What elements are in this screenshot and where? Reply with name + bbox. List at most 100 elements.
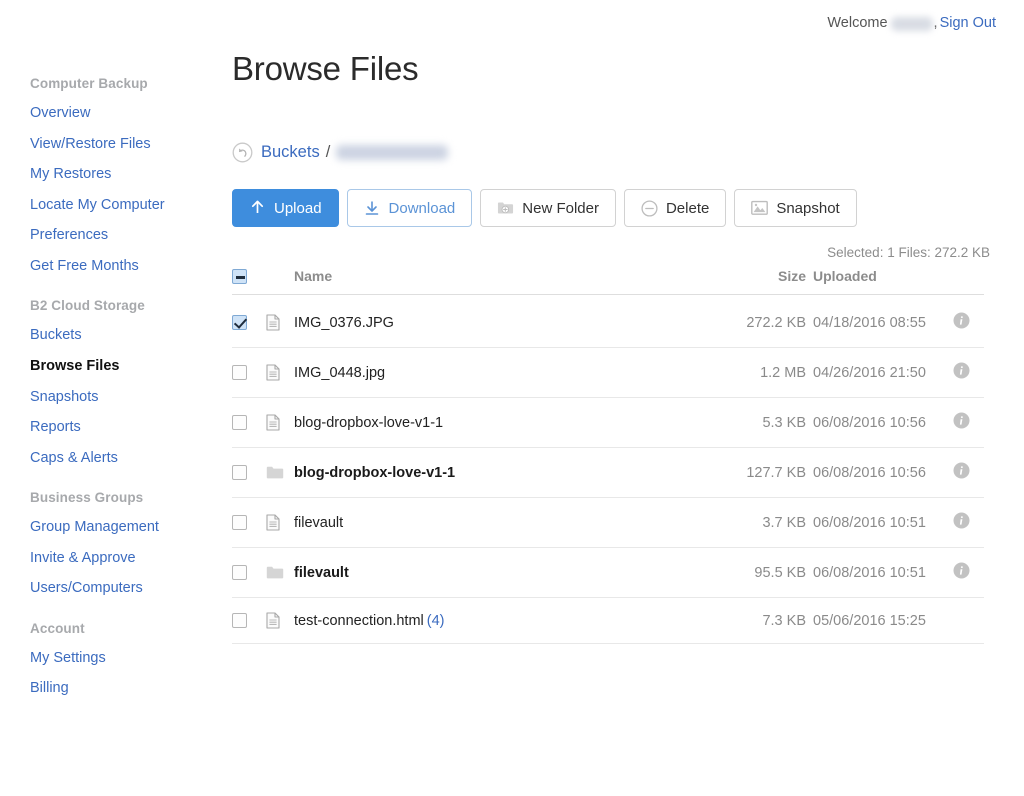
sidebar-group-heading: Account <box>30 621 200 636</box>
table-row[interactable]: filevault95.5 KB06/08/2016 10:51 <box>232 548 984 598</box>
sidebar-group: B2 Cloud Storage Buckets Browse Files Snaps… <box>30 298 200 468</box>
button-label: Upload <box>274 200 322 217</box>
browse-files-page: Welcome , Sign Out Computer BackupOvervi… <box>0 0 1024 796</box>
new-folder-button[interactable]: New Folder <box>480 189 616 227</box>
sidebar-item-get-free-months[interactable]: Get Free Months <box>30 257 200 277</box>
sidebar-item-group-management[interactable]: Group Management <box>30 518 200 538</box>
file-info-cell <box>938 598 984 644</box>
folder-plus-icon <box>497 200 514 217</box>
delete-button[interactable]: Delete <box>624 189 726 227</box>
breadcrumb: Buckets / <box>232 140 992 164</box>
breadcrumb-bucket-name-redacted <box>336 145 448 160</box>
info-icon[interactable] <box>953 562 970 579</box>
table-row[interactable]: IMG_0376.JPG272.2 KB04/18/2016 08:55 <box>232 295 984 348</box>
sidebar-group: Business GroupsGroup ManagementInvite & … <box>30 490 200 599</box>
file-size: 272.2 KB <box>714 295 806 348</box>
breadcrumb-separator: / <box>326 143 331 162</box>
file-uploaded-date: 04/26/2016 21:50 <box>806 348 938 398</box>
row-checkbox[interactable] <box>232 515 247 530</box>
username-redacted <box>891 17 933 31</box>
info-icon[interactable] <box>953 462 970 479</box>
file-table: Name Size Uploaded IMG_0376.JPG272.2 KB0… <box>232 268 984 644</box>
button-label: Download <box>389 200 456 217</box>
sidebar-item-locate-my-computer[interactable]: Locate My Computer <box>30 196 200 216</box>
row-checkbox[interactable] <box>232 315 247 330</box>
file-size: 127.7 KB <box>714 448 806 498</box>
sidebar-item-overview[interactable]: Overview <box>30 104 200 124</box>
folder-name: blog-dropbox-love-v1-1 <box>294 465 455 481</box>
file-name-cell[interactable]: test-connection.html(4) <box>294 598 714 644</box>
sidebar-group-heading: B2 Cloud Storage <box>30 298 200 313</box>
file-size: 1.2 MB <box>714 348 806 398</box>
sign-out-link[interactable]: Sign Out <box>940 15 996 31</box>
row-select-cell <box>232 448 266 498</box>
row-select-cell <box>232 295 266 348</box>
sidebar-item-view-restore-files[interactable]: View/Restore Files <box>30 135 200 155</box>
sidebar-item-my-restores[interactable]: My Restores <box>30 165 200 185</box>
uploaded-header[interactable]: Uploaded <box>806 268 938 295</box>
info-icon[interactable] <box>953 362 970 379</box>
table-row[interactable]: IMG_0448.jpg1.2 MB04/26/2016 21:50 <box>232 348 984 398</box>
row-checkbox[interactable] <box>232 415 247 430</box>
file-uploaded-date: 06/08/2016 10:56 <box>806 398 938 448</box>
file-uploaded-date: 06/08/2016 10:56 <box>806 448 938 498</box>
welcome-comma: , <box>934 15 938 31</box>
file-name-cell[interactable]: IMG_0376.JPG <box>294 295 714 348</box>
upload-button[interactable]: Upload <box>232 189 339 227</box>
info-icon[interactable] <box>953 512 970 529</box>
file-name-cell[interactable]: blog-dropbox-love-v1-1 <box>294 398 714 448</box>
sidebar-item-buckets[interactable]: Buckets <box>30 326 200 346</box>
info-icon[interactable] <box>953 412 970 429</box>
file-name: blog-dropbox-love-v1-1 <box>294 415 443 431</box>
file-icon <box>266 398 294 448</box>
download-button[interactable]: Download <box>347 189 473 227</box>
select-all-checkbox[interactable] <box>232 269 247 284</box>
file-table-body: IMG_0376.JPG272.2 KB04/18/2016 08:55IMG_… <box>232 295 984 644</box>
file-name: test-connection.html <box>294 613 424 629</box>
table-row[interactable]: blog-dropbox-love-v1-1 127.7 KB06/08/2016… <box>232 448 984 498</box>
file-name: filevault <box>294 515 343 531</box>
top-bar: Welcome , Sign Out <box>0 0 1024 46</box>
file-name-cell[interactable]: blog-dropbox-love-v1-1 <box>294 448 714 498</box>
file-version-count-link[interactable]: (4) <box>427 613 445 629</box>
table-row[interactable]: test-connection.html(4)7.3 KB05/06/2016 … <box>232 598 984 644</box>
sidebar-group: Account My Settings Billing <box>30 621 200 699</box>
info-icon[interactable] <box>953 312 970 329</box>
row-select-cell <box>232 498 266 548</box>
sidebar: Computer BackupOverviewView/Restore File… <box>0 76 200 710</box>
page-title: Browse Files <box>232 50 992 88</box>
file-info-cell <box>938 398 984 448</box>
back-arrow-circle-icon[interactable] <box>232 142 253 163</box>
row-checkbox[interactable] <box>232 613 247 628</box>
file-uploaded-date: 05/06/2016 15:25 <box>806 598 938 644</box>
file-size: 3.7 KB <box>714 498 806 548</box>
sidebar-item-reports[interactable]: Reports <box>30 418 200 438</box>
sidebar-item-billing[interactable]: Billing <box>30 679 200 699</box>
file-name-cell[interactable]: filevault <box>294 548 714 598</box>
table-row[interactable]: blog-dropbox-love-v1-1 5.3 KB06/08/2016 1… <box>232 398 984 448</box>
icon-header <box>266 268 294 295</box>
row-checkbox[interactable] <box>232 465 247 480</box>
folder-icon <box>266 548 294 598</box>
file-size: 95.5 KB <box>714 548 806 598</box>
file-uploaded-date: 06/08/2016 10:51 <box>806 498 938 548</box>
button-label: Delete <box>666 200 709 217</box>
sidebar-item-my-settings[interactable]: My Settings <box>30 649 200 669</box>
row-checkbox[interactable] <box>232 365 247 380</box>
sidebar-item-users-computers[interactable]: Users/Computers <box>30 579 200 599</box>
file-size: 5.3 KB <box>714 398 806 448</box>
file-name-cell[interactable]: filevault <box>294 498 714 548</box>
sidebar-item-invite-approve[interactable]: Invite & Approve <box>30 549 200 569</box>
row-select-cell <box>232 548 266 598</box>
table-row[interactable]: filevault 3.7 KB06/08/2016 10:51 <box>232 498 984 548</box>
sidebar-item-preferences[interactable]: Preferences <box>30 226 200 246</box>
name-header[interactable]: Name <box>294 268 714 295</box>
file-name-cell[interactable]: IMG_0448.jpg <box>294 348 714 398</box>
size-header[interactable]: Size <box>714 268 806 295</box>
sidebar-item-snapshots[interactable]: Snapshots <box>30 388 200 408</box>
sidebar-item-caps-alerts[interactable]: Caps & Alerts <box>30 449 200 469</box>
snapshot-button[interactable]: Snapshot <box>734 189 856 227</box>
row-checkbox[interactable] <box>232 565 247 580</box>
breadcrumb-buckets-link[interactable]: Buckets <box>261 143 320 162</box>
sidebar-item-browse-files[interactable]: Browse Files <box>30 357 200 377</box>
